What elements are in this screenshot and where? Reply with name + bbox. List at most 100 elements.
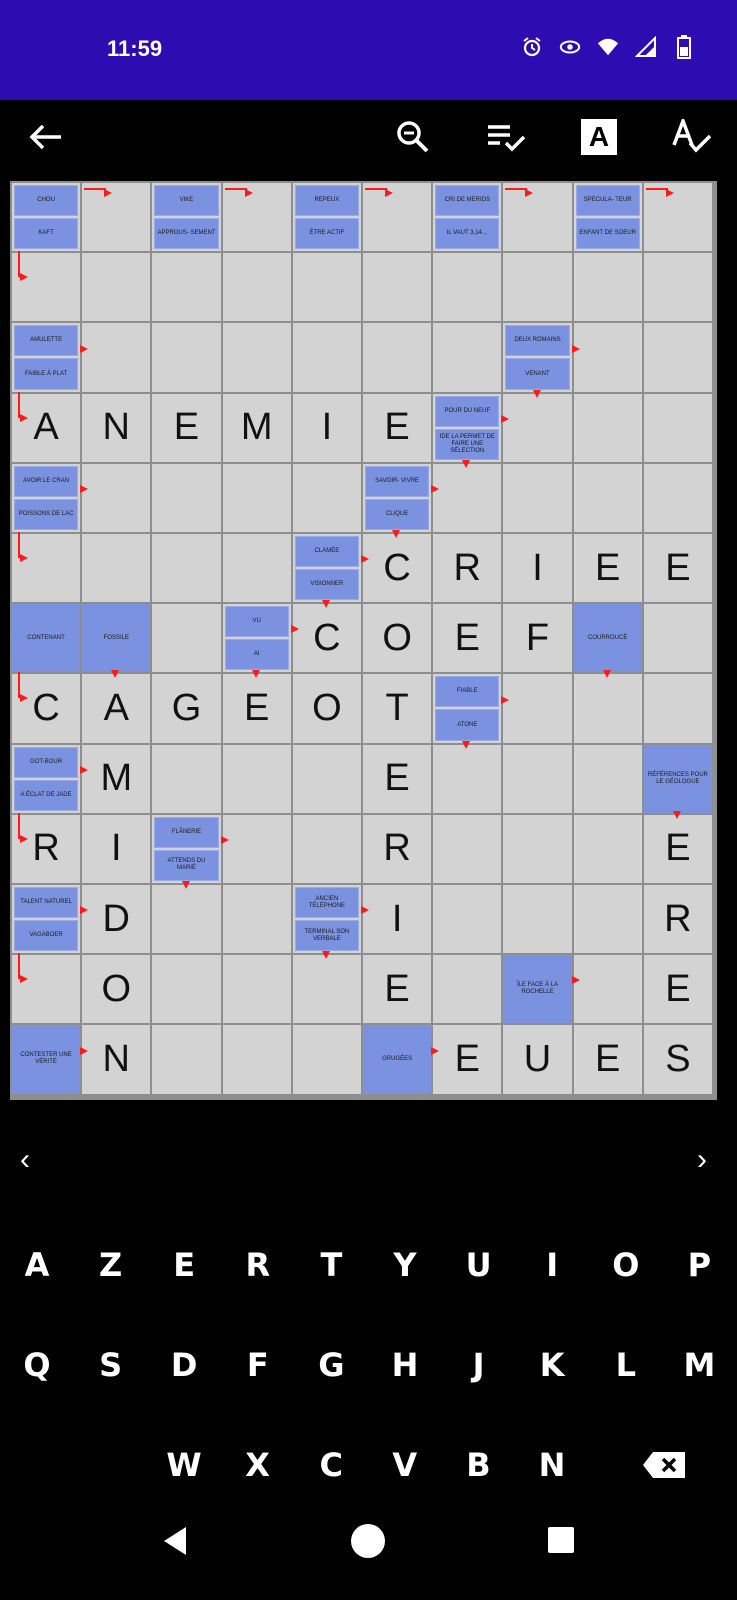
recents-square-icon[interactable] bbox=[546, 1525, 576, 1560]
grid-cell-empty[interactable] bbox=[573, 323, 642, 392]
grid-cell-letter[interactable]: R bbox=[363, 814, 432, 883]
clue-cell-double[interactable]: CLAMÉE VISIONNER bbox=[292, 534, 361, 603]
grid-cell-empty[interactable] bbox=[82, 183, 151, 252]
key-h[interactable]: H bbox=[375, 1335, 435, 1395]
grid-cell-empty[interactable] bbox=[503, 674, 572, 743]
grid-cell-empty[interactable] bbox=[82, 463, 151, 532]
grid-cell-letter[interactable]: M bbox=[222, 393, 291, 462]
grid-cell-letter[interactable]: T bbox=[363, 674, 432, 743]
grid-cell-empty[interactable] bbox=[292, 744, 361, 813]
grid-cell-letter[interactable]: G bbox=[152, 674, 221, 743]
clue-cell-double[interactable]: SAVOIR- VIVRE CLIQUE bbox=[363, 463, 432, 532]
clue-cell[interactable]: FOSSILE bbox=[82, 604, 151, 673]
grid-cell-empty[interactable] bbox=[433, 323, 502, 392]
grid-cell-empty[interactable] bbox=[573, 393, 642, 462]
grid-cell-empty[interactable] bbox=[573, 674, 642, 743]
clue-cell-double[interactable]: FLÂNERIE ATTENDS DU MARIÉ bbox=[152, 814, 221, 883]
grid-cell-empty[interactable] bbox=[433, 253, 502, 322]
clue-cell-double[interactable]: CRI DE MERIDS IL VAUT 3,14… bbox=[433, 183, 502, 252]
key-t[interactable]: T bbox=[301, 1235, 361, 1295]
grid-cell-empty[interactable] bbox=[222, 463, 291, 532]
grid-cell-empty[interactable] bbox=[503, 885, 572, 954]
grid-cell-letter[interactable]: I bbox=[363, 885, 432, 954]
grid-cell-empty[interactable] bbox=[152, 534, 221, 603]
key-n[interactable]: N bbox=[522, 1435, 582, 1495]
key-r[interactable]: R bbox=[228, 1235, 288, 1295]
grid-cell-empty[interactable] bbox=[222, 183, 291, 252]
key-b[interactable]: B bbox=[448, 1435, 508, 1495]
key-o[interactable]: O bbox=[596, 1235, 656, 1295]
grid-cell-empty[interactable] bbox=[573, 744, 642, 813]
key-p[interactable]: P bbox=[669, 1235, 729, 1295]
grid-cell-empty[interactable] bbox=[12, 253, 81, 322]
clue-cell[interactable]: RÉFÉRENCES POUR LE GÉOLOGUE bbox=[643, 744, 712, 813]
home-circle-icon[interactable] bbox=[349, 1522, 387, 1565]
grid-cell-empty[interactable] bbox=[643, 183, 712, 252]
checklist-icon[interactable] bbox=[483, 114, 529, 160]
grid-cell-empty[interactable] bbox=[152, 955, 221, 1024]
grid-cell-empty[interactable] bbox=[12, 534, 81, 603]
grid-cell-letter[interactable]: E bbox=[433, 604, 502, 673]
clue-cell-double[interactable]: VU AI bbox=[222, 604, 291, 673]
letter-a-icon[interactable]: A bbox=[576, 114, 622, 160]
grid-cell-letter[interactable]: A bbox=[12, 393, 81, 462]
key-y[interactable]: Y bbox=[375, 1235, 435, 1295]
key-a[interactable]: A bbox=[7, 1235, 67, 1295]
clue-cell-double[interactable]: ANCIEN TÉLÉPHONE TERMINAL SON VERBALE bbox=[292, 885, 361, 954]
key-c[interactable]: C bbox=[301, 1435, 361, 1495]
key-m[interactable]: M bbox=[669, 1335, 729, 1395]
grid-cell-empty[interactable] bbox=[82, 323, 151, 392]
grid-cell-empty[interactable] bbox=[152, 463, 221, 532]
grid-cell-empty[interactable] bbox=[573, 955, 642, 1024]
grid-cell-empty[interactable] bbox=[12, 955, 81, 1024]
grid-cell-letter[interactable]: R bbox=[433, 534, 502, 603]
clue-cell-double[interactable]: CHOU KAFT bbox=[12, 183, 81, 252]
grid-cell-empty[interactable] bbox=[292, 1025, 361, 1094]
grid-cell-empty[interactable] bbox=[152, 253, 221, 322]
grid-cell-letter[interactable]: C bbox=[12, 674, 81, 743]
prev-clue-button[interactable]: ‹ bbox=[20, 1143, 30, 1177]
grid-cell-empty[interactable] bbox=[643, 323, 712, 392]
grid-cell-letter[interactable]: E bbox=[643, 814, 712, 883]
clue-cell[interactable]: CONTENANT bbox=[12, 604, 81, 673]
grid-cell-letter[interactable]: E bbox=[222, 674, 291, 743]
key-i[interactable]: I bbox=[522, 1235, 582, 1295]
grid-cell-letter[interactable]: S bbox=[643, 1025, 712, 1094]
grid-cell-empty[interactable] bbox=[292, 814, 361, 883]
grid-cell-empty[interactable] bbox=[82, 253, 151, 322]
grid-cell-empty[interactable] bbox=[573, 463, 642, 532]
grid-cell-empty[interactable] bbox=[643, 253, 712, 322]
grid-cell-letter[interactable]: M bbox=[82, 744, 151, 813]
clue-cell-double[interactable]: SPECULA- TEUR ENFANT DE SOEUR bbox=[573, 183, 642, 252]
grid-cell-empty[interactable] bbox=[222, 1025, 291, 1094]
grid-cell-letter[interactable]: A bbox=[82, 674, 151, 743]
clue-cell-double[interactable]: TALENT NATUREL VAGABOER bbox=[12, 885, 81, 954]
grid-cell-letter[interactable]: E bbox=[363, 955, 432, 1024]
grid-cell-letter[interactable]: E bbox=[152, 393, 221, 462]
grid-cell-letter[interactable]: I bbox=[82, 814, 151, 883]
grid-cell-letter[interactable]: U bbox=[503, 1025, 572, 1094]
zoom-out-icon[interactable] bbox=[390, 114, 436, 160]
grid-cell-letter[interactable]: O bbox=[292, 674, 361, 743]
grid-cell-empty[interactable] bbox=[433, 463, 502, 532]
grid-cell-letter[interactable]: R bbox=[12, 814, 81, 883]
grid-cell-empty[interactable] bbox=[152, 1025, 221, 1094]
grid-cell-empty[interactable] bbox=[363, 183, 432, 252]
back-triangle-icon[interactable] bbox=[160, 1525, 190, 1562]
clue-cell-double[interactable]: DEUX ROMAINS VENANT bbox=[503, 323, 572, 392]
clue-cell-double[interactable]: FIABLE ATONE bbox=[433, 674, 502, 743]
grid-cell-empty[interactable] bbox=[643, 604, 712, 673]
grid-cell-empty[interactable] bbox=[152, 604, 221, 673]
grid-cell-empty[interactable] bbox=[643, 393, 712, 462]
clue-cell[interactable]: CONTESTER UNE VÉRITÉ bbox=[12, 1025, 81, 1094]
grid-cell-empty[interactable] bbox=[222, 744, 291, 813]
next-clue-button[interactable]: › bbox=[697, 1143, 707, 1177]
grid-cell-empty[interactable] bbox=[363, 253, 432, 322]
key-g[interactable]: G bbox=[301, 1335, 361, 1395]
key-z[interactable]: Z bbox=[81, 1235, 141, 1295]
backspace-key[interactable] bbox=[634, 1435, 694, 1495]
grid-cell-letter[interactable]: C bbox=[292, 604, 361, 673]
key-v[interactable]: V bbox=[375, 1435, 435, 1495]
grid-cell-empty[interactable] bbox=[433, 814, 502, 883]
grid-cell-empty[interactable] bbox=[573, 885, 642, 954]
